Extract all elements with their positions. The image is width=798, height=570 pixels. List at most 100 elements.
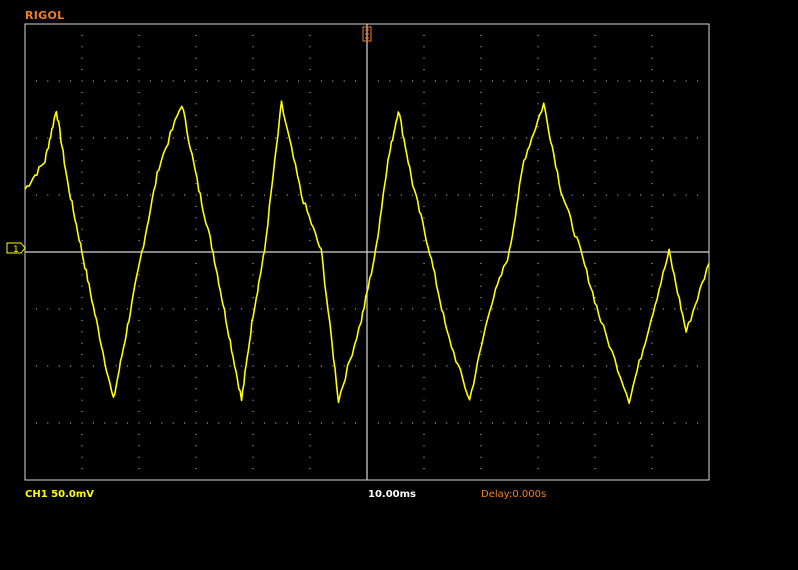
grid-dot	[70, 308, 72, 310]
grid-dot	[81, 388, 83, 390]
grid-dot	[309, 433, 311, 435]
grid-dot	[651, 228, 653, 230]
grid-dot	[195, 126, 197, 128]
grid-dot	[355, 422, 357, 424]
grid-dot	[58, 365, 60, 367]
grid-dot	[81, 217, 83, 219]
grid-dot	[423, 274, 425, 276]
grid-dot	[594, 91, 596, 93]
grid-dot	[195, 103, 197, 105]
grid-dot	[332, 308, 334, 310]
grid-dot	[480, 228, 482, 230]
grid-dot	[480, 285, 482, 287]
grid-dot	[138, 171, 140, 173]
grid-dot	[480, 171, 482, 173]
grid-dot	[286, 194, 288, 196]
grid-dot	[70, 365, 72, 367]
grid-dot	[423, 80, 425, 82]
grid-dot	[571, 422, 573, 424]
grid-dot	[309, 160, 311, 162]
grid-dot	[412, 422, 414, 424]
grid-dot	[480, 240, 482, 242]
grid-dot	[651, 285, 653, 287]
grid-dot	[594, 80, 596, 82]
grid-dot	[138, 91, 140, 93]
grid-dot	[651, 262, 653, 264]
grid-dot	[674, 308, 676, 310]
grid-dot	[24, 194, 26, 196]
grid-dot	[389, 194, 391, 196]
grid-dot	[514, 194, 516, 196]
grid-dot	[537, 376, 539, 378]
grid-dot	[309, 262, 311, 264]
grid-dot	[81, 103, 83, 105]
grid-dot	[138, 137, 140, 139]
grid-dot	[127, 137, 129, 139]
grid-dot	[537, 34, 539, 36]
grid-dot	[548, 80, 550, 82]
grid-dot	[651, 69, 653, 71]
grid-dot	[537, 274, 539, 276]
grid-dot	[138, 46, 140, 48]
grid-dot	[218, 80, 220, 82]
grid-dot	[514, 308, 516, 310]
grid-dot	[571, 308, 573, 310]
grid-dot	[480, 57, 482, 59]
grid-dot	[491, 80, 493, 82]
grid-dot	[537, 399, 539, 401]
grid-dot	[389, 137, 391, 139]
grid-dot	[47, 194, 49, 196]
grid-dot	[138, 468, 140, 470]
grid-dot	[309, 342, 311, 344]
grid-dot	[195, 422, 197, 424]
grid-dot	[309, 274, 311, 276]
grid-dot	[275, 80, 277, 82]
grid-dot	[24, 422, 26, 424]
grid-dot	[537, 160, 539, 162]
grid-dot	[617, 365, 619, 367]
grid-dot	[195, 445, 197, 447]
grid-dot	[138, 456, 140, 458]
grid-dot	[252, 80, 254, 82]
grid-dot	[252, 479, 254, 481]
grid-dot	[252, 411, 254, 413]
grid-dot	[252, 331, 254, 333]
grid-dot	[343, 80, 345, 82]
grid-dot	[377, 194, 379, 196]
grid-dot	[594, 228, 596, 230]
grid-dot	[480, 411, 482, 413]
grid-dot	[81, 445, 83, 447]
grid-dot	[594, 411, 596, 413]
grid-dot	[697, 365, 699, 367]
grid-dot	[298, 137, 300, 139]
grid-dot	[252, 46, 254, 48]
grid-dot	[583, 194, 585, 196]
grid-dot	[651, 342, 653, 344]
grid-dot	[81, 80, 83, 82]
grid-dot	[594, 285, 596, 287]
grid-dot	[412, 308, 414, 310]
grid-dot	[583, 308, 585, 310]
grid-dot	[537, 103, 539, 105]
grid-dot	[252, 228, 254, 230]
grid-dot	[115, 194, 117, 196]
grid-dot	[195, 285, 197, 287]
grid-dot	[537, 171, 539, 173]
grid-dot	[309, 468, 311, 470]
grid-dot	[355, 365, 357, 367]
grid-dot	[241, 422, 243, 424]
grid-dot	[184, 194, 186, 196]
grid-dot	[172, 365, 174, 367]
grid-dot	[81, 137, 83, 139]
timebase-readout: 10.00ms	[368, 489, 417, 500]
grid-dot	[81, 126, 83, 128]
grid-dot	[526, 365, 528, 367]
grid-dot	[81, 365, 83, 367]
grid-dot	[81, 342, 83, 344]
grid-dot	[115, 422, 117, 424]
grid-dot	[503, 308, 505, 310]
grid-dot	[81, 376, 83, 378]
grid-dot	[252, 205, 254, 207]
grid-dot	[697, 308, 699, 310]
grid-dot	[537, 308, 539, 310]
